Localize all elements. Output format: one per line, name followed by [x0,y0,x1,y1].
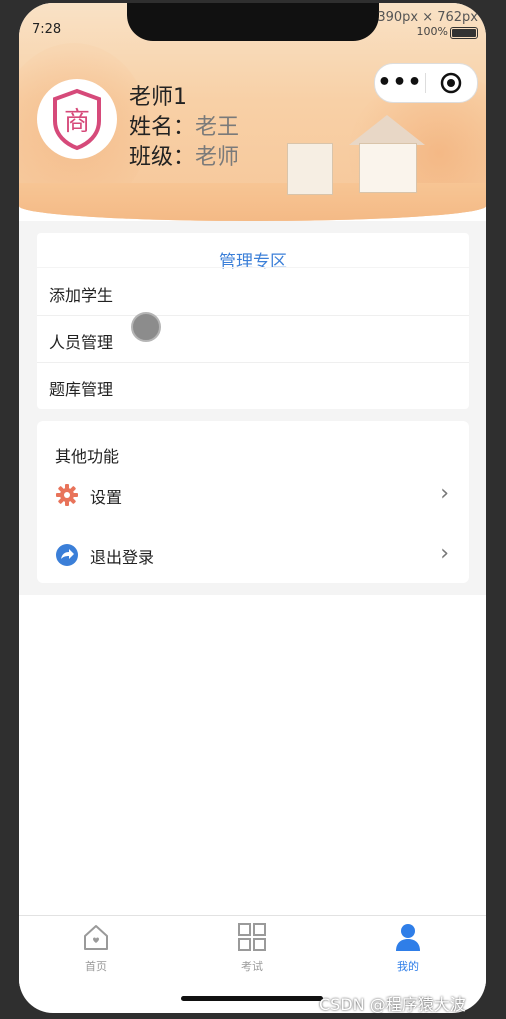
tab-label: 考试 [241,960,263,973]
settings-row[interactable]: 设置 › [37,467,469,523]
menu-item-label: 添加学生 [49,286,114,305]
info-name-line: 姓名：老王 [129,109,239,141]
header-illustration-roof [349,115,425,145]
more-menu-button[interactable]: ••• [375,72,425,94]
miniprogram-capsule: ••• [374,63,478,103]
chevron-right-icon: › [440,481,449,506]
gear-icon [56,484,78,506]
close-miniprogram-button[interactable] [426,71,476,95]
info-label: 姓名： [129,115,196,140]
menu-item-label: 人员管理 [49,333,114,352]
bottom-tab-bar: 首页 考试 我的 [19,915,486,986]
grid-icon [238,923,266,951]
status-time: 7:28 [32,22,62,37]
user-icon [396,924,420,951]
user-name: 老师1 [129,85,187,110]
tab-exam[interactable]: 考试 [202,922,302,974]
tab-mine[interactable]: 我的 [358,922,458,974]
touch-cursor-indicator [131,312,161,342]
menu-item-add-student[interactable]: 添加学生 [37,269,469,316]
logout-label: 退出登录 [90,548,155,567]
watermark-text: CSDN @程序猿大波 [319,995,466,1014]
info-label: 班级： [129,145,196,170]
menu-item-question-bank[interactable]: 题库管理 [37,363,469,409]
settings-label: 设置 [90,488,123,507]
target-icon [440,72,462,94]
header-illustration-house [287,143,333,195]
divider [37,267,469,268]
resolution-label: 390px × 762px [377,10,478,25]
shield-logo-icon: 商 [53,88,101,151]
camera-notch [127,3,379,41]
header-illustration-house [359,143,417,193]
info-class-line: 班级：老师 [129,139,239,171]
tab-label: 我的 [397,960,419,973]
menu-item-personnel[interactable]: 人员管理 [37,316,469,363]
info-value: 老王 [195,115,240,140]
battery-percent: 100% [416,25,448,38]
chevron-right-icon: › [440,541,449,566]
menu-item-label: 题库管理 [49,380,114,399]
battery-icon [450,27,478,39]
avatar-char: 商 [64,107,90,137]
phone-screen: 7:28 100% 商 老师1 姓名：老王 班级：老师 ••• 管理专区 添加学… [19,3,486,1013]
avatar[interactable]: 商 [37,79,117,159]
logout-row[interactable]: 退出登录 › [37,527,469,583]
other-section-title: 其他功能 [55,447,120,466]
tab-label: 首页 [85,960,107,973]
other-functions-card: 其他功能 设置 › 退出登录 › [37,421,469,583]
home-icon [84,925,108,950]
admin-section-card: 管理专区 添加学生 人员管理 题库管理 [37,233,469,409]
info-value: 老师 [195,145,240,170]
share-forward-icon [56,544,78,566]
tab-home[interactable]: 首页 [46,922,146,974]
home-indicator [181,996,323,1001]
